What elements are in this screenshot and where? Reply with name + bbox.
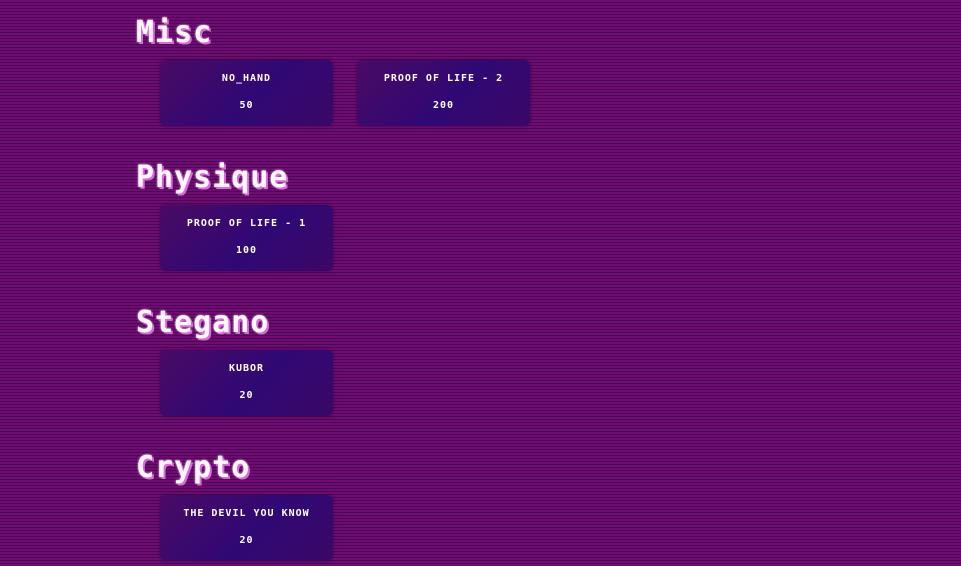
challenge-points: 200 [432,100,455,111]
challenge-points: 20 [239,535,254,546]
category-physique: Physique PROOF OF LIFE - 1 100 [136,163,333,271]
category-title: Stegano [136,305,270,340]
challenge-name: PROOF OF LIFE - 2 [383,73,504,84]
challenge-card-proof-of-life-1[interactable]: PROOF OF LIFE - 1 100 [160,205,333,271]
challenge-points: 20 [239,390,254,401]
challenge-name: KUBOR [228,363,265,374]
challenge-name: PROOF OF LIFE - 1 [186,218,307,229]
challenge-name: THE DEVIL YOU KNOW [183,508,310,519]
category-title: Crypto [136,450,251,485]
challenge-points: 50 [239,100,254,111]
challenge-list: THE DEVIL YOU KNOW 20 [160,495,333,561]
challenge-card-kubor[interactable]: KUBOR 20 [160,350,333,416]
category-crypto: Crypto THE DEVIL YOU KNOW 20 [136,453,333,561]
challenge-name: NO_HAND [221,73,272,84]
category-stegano: Stegano KUBOR 20 [136,308,333,416]
challenge-card-proof-of-life-2[interactable]: PROOF OF LIFE - 2 200 [357,60,530,126]
challenge-card-no-hand[interactable]: NO_HAND 50 [160,60,333,126]
category-misc: Misc NO_HAND 50 PROOF OF LIFE - 2 200 [136,18,530,126]
challenge-card-the-devil-you-know[interactable]: THE DEVIL YOU KNOW 20 [160,495,333,561]
category-title: Physique [136,160,289,195]
challenge-points: 100 [235,245,258,256]
category-title: Misc [136,15,213,50]
challenge-list: NO_HAND 50 PROOF OF LIFE - 2 200 [160,60,530,126]
challenge-list: PROOF OF LIFE - 1 100 [160,205,333,271]
challenge-list: KUBOR 20 [160,350,333,416]
